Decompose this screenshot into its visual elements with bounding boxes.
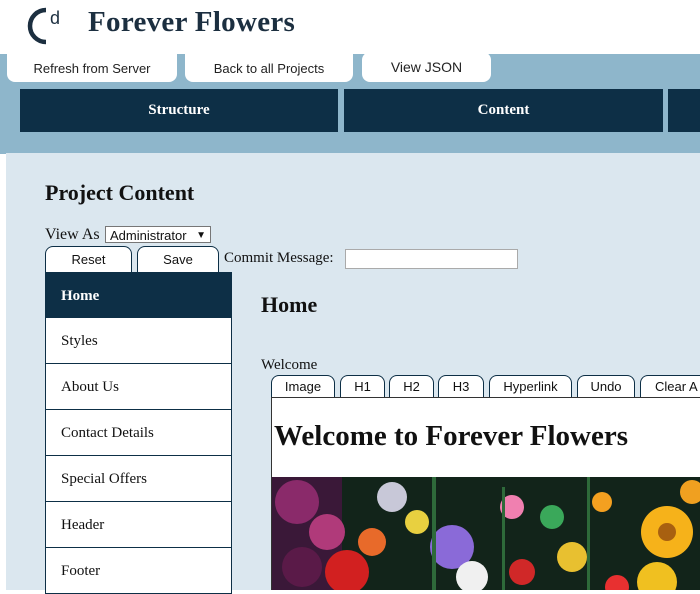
sidebar-item-styles[interactable]: Styles (45, 318, 232, 364)
svg-text:d: d (50, 8, 60, 28)
editor-h1-button[interactable]: H1 (340, 375, 385, 397)
editor-undo-button[interactable]: Undo (577, 375, 635, 397)
editor-heading: Welcome to Forever Flowers (274, 420, 629, 452)
refresh-from-server-tab[interactable]: Refresh from Server (7, 54, 177, 82)
save-button[interactable]: Save (137, 246, 219, 272)
commit-message-label: Commit Message: (224, 250, 334, 266)
view-as-value: Administrator (110, 228, 187, 243)
page-title: Project Content (45, 180, 195, 205)
nav-content[interactable]: Content (344, 89, 663, 132)
nav-structure[interactable]: Structure (20, 89, 338, 132)
sidebar-item-special-offers[interactable]: Special Offers (45, 456, 232, 502)
sidebar-item-contact-details[interactable]: Contact Details (45, 410, 232, 456)
view-json-tab[interactable]: View JSON (362, 52, 491, 82)
view-as-label: View As (45, 226, 100, 243)
welcome-field-label: Welcome (261, 357, 318, 373)
chevron-down-icon: ▼ (196, 230, 206, 241)
editor-hyperlink-button[interactable]: Hyperlink (489, 375, 572, 397)
sidebar-item-about-us[interactable]: About Us (45, 364, 232, 410)
editor-clear-button[interactable]: Clear A (640, 375, 700, 397)
commit-message-input[interactable] (345, 249, 518, 269)
content-title: Home (261, 292, 318, 317)
sidebar-item-header[interactable]: Header (45, 502, 232, 548)
rich-text-editor[interactable]: Welcome to Forever Flowers (271, 397, 700, 590)
editor-image-button[interactable]: Image (271, 375, 335, 397)
back-to-projects-tab[interactable]: Back to all Projects (185, 54, 353, 82)
app-title: Forever Flowers (88, 6, 296, 38)
app-header: d Forever Flowers (0, 0, 700, 54)
editor-h3-button[interactable]: H3 (438, 375, 484, 397)
reset-button[interactable]: Reset (45, 246, 132, 272)
view-as-select[interactable]: Administrator ▼ (105, 226, 211, 243)
sidebar-item-footer[interactable]: Footer (45, 548, 232, 594)
flowers-image (272, 477, 700, 590)
app-logo: d (27, 7, 60, 45)
sidebar-item-home[interactable]: Home (45, 272, 232, 318)
editor-h2-button[interactable]: H2 (389, 375, 434, 397)
sidebar: Home Styles About Us Contact Details Spe… (45, 272, 232, 594)
nav-more[interactable] (668, 89, 700, 132)
